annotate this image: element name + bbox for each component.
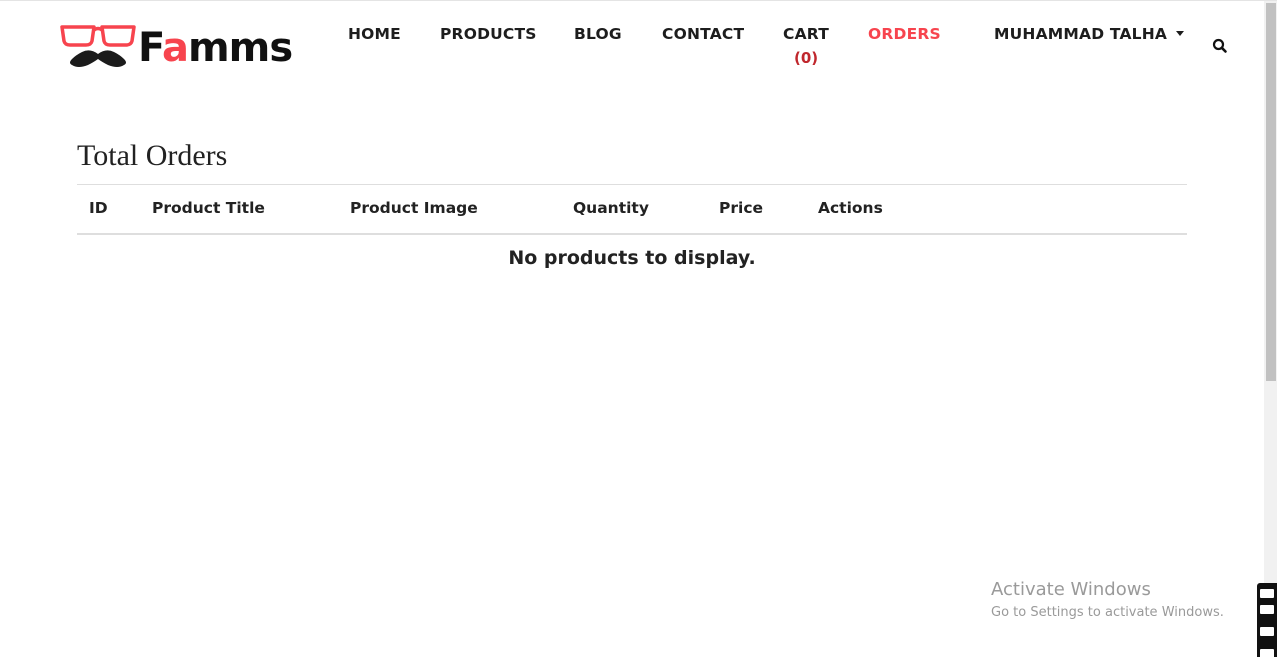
activation-watermark-title: Activate Windows bbox=[991, 579, 1151, 600]
nav-blog[interactable]: BLOG bbox=[574, 25, 622, 43]
nav-orders[interactable]: ORDERS bbox=[868, 25, 941, 43]
camera-icon[interactable] bbox=[1260, 605, 1274, 614]
cart-count-badge[interactable]: (0) bbox=[794, 49, 818, 67]
brand-name: Famms bbox=[138, 25, 293, 71]
nav-contact[interactable]: CONTACT bbox=[662, 25, 744, 43]
empty-table-message: No products to display. bbox=[508, 247, 756, 269]
nav-home[interactable]: HOME bbox=[348, 25, 401, 43]
search-button[interactable] bbox=[1212, 38, 1228, 54]
activation-watermark-subtitle: Go to Settings to activate Windows. bbox=[991, 605, 1224, 620]
orders-page: Famms HOME PRODUCTS BLOG CONTACT CART (0… bbox=[0, 0, 1277, 657]
video-icon[interactable] bbox=[1260, 627, 1274, 636]
page-title: Total Orders bbox=[77, 139, 228, 172]
screen-icon[interactable] bbox=[1260, 649, 1274, 657]
toolbar-icon[interactable] bbox=[1260, 589, 1274, 598]
floating-toolbar-widget[interactable] bbox=[1257, 583, 1277, 657]
table-top-border bbox=[77, 184, 1187, 185]
search-icon bbox=[1212, 38, 1227, 53]
page-scrollbar-thumb[interactable] bbox=[1266, 3, 1276, 381]
user-name: MUHAMMAD TALHA bbox=[994, 25, 1168, 43]
column-header-price: Price bbox=[719, 199, 764, 217]
column-header-product-title: Product Title bbox=[152, 199, 265, 217]
column-header-quantity: Quantity bbox=[573, 199, 649, 217]
caret-down-icon bbox=[1176, 31, 1185, 36]
nav-products[interactable]: PRODUCTS bbox=[440, 25, 537, 43]
user-menu[interactable]: MUHAMMAD TALHA bbox=[994, 25, 1185, 43]
column-header-id: ID bbox=[89, 199, 108, 217]
table-header-border bbox=[77, 233, 1187, 235]
column-header-actions: Actions bbox=[818, 199, 883, 217]
nav-cart[interactable]: CART bbox=[783, 25, 829, 43]
brand-logo[interactable]: Famms bbox=[60, 21, 293, 71]
glasses-mustache-icon bbox=[60, 25, 136, 67]
column-header-product-image: Product Image bbox=[350, 199, 478, 217]
